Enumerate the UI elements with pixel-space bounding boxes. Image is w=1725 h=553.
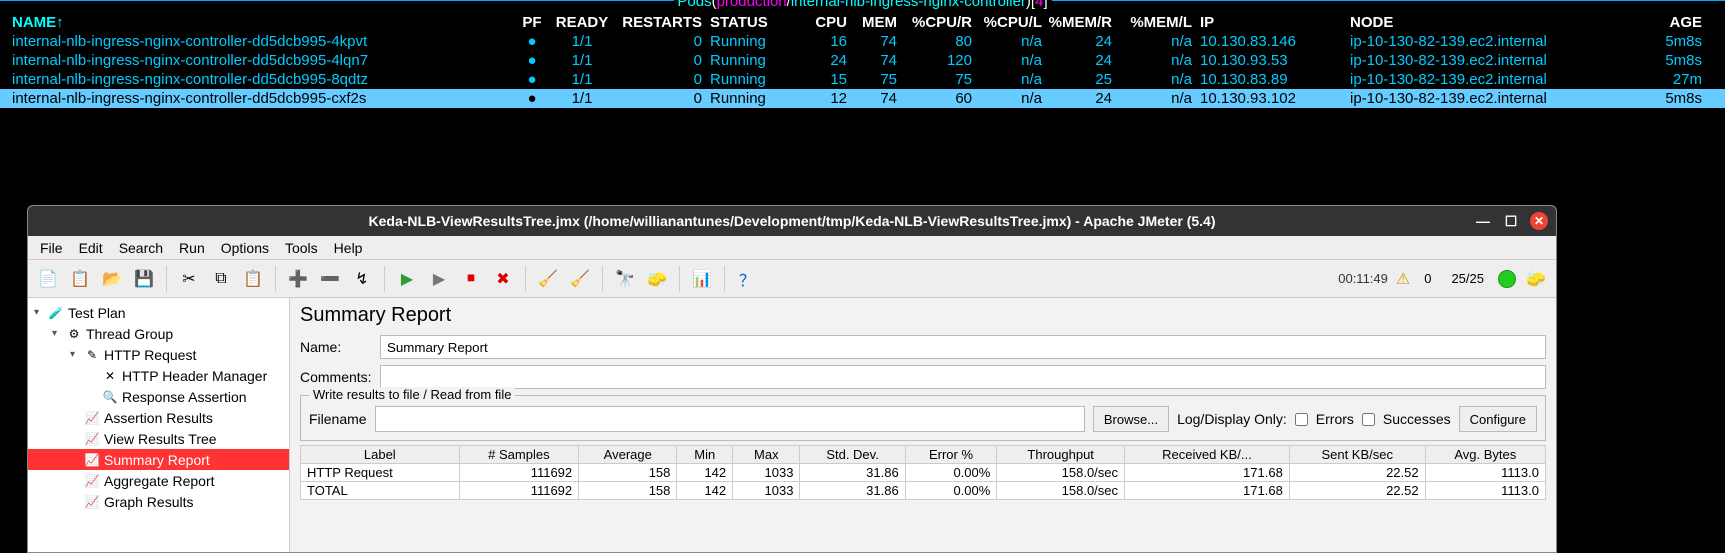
jmeter-titlebar[interactable]: Keda-NLB-ViewResultsTree.jmx (/home/will… [28,206,1556,236]
menu-help[interactable]: Help [328,238,369,257]
browse-button[interactable]: Browse... [1093,406,1169,432]
col-header[interactable]: Std. Dev. [800,446,905,464]
toggle-icon[interactable]: ↯ [350,267,374,291]
start-icon[interactable]: ▶ [395,267,419,291]
window-title: Keda-NLB-ViewResultsTree.jmx (/home/will… [369,213,1216,229]
pod-row[interactable]: internal-nlb-ingress-nginx-controller-dd… [0,32,1725,51]
add-icon[interactable]: ➕ [286,267,310,291]
successes-label: Successes [1383,411,1451,427]
col-header[interactable]: Received KB/... [1125,446,1290,464]
save-icon[interactable]: 💾 [132,267,156,291]
k9s-header-row: NAME↑ PF READY RESTARTS STATUS CPU MEM %… [0,13,1725,32]
col-header[interactable]: Avg. Bytes [1425,446,1545,464]
test-plan-tree[interactable]: ▾🧪Test Plan▾⚙Thread Group▾✎HTTP Request✕… [28,298,290,553]
tree-node[interactable]: 🔍Response Assertion [28,386,289,407]
comments-input[interactable] [380,365,1546,389]
summary-table[interactable]: Label# SamplesAverageMinMaxStd. Dev.Erro… [300,445,1546,500]
remove-icon[interactable]: ➖ [318,267,342,291]
help-icon[interactable]: ？ [735,267,759,291]
cut-icon[interactable]: ✂ [177,267,201,291]
pod-row[interactable]: internal-nlb-ingress-nginx-controller-dd… [0,51,1725,70]
tree-node[interactable]: ▾⚙Thread Group [28,323,289,344]
new-icon[interactable]: 📄 [36,267,60,291]
logdisplay-label: Log/Display Only: [1177,411,1287,427]
k9s-title: Pods(production/internal-nlb-ingress-ngi… [0,0,1725,13]
successes-checkbox[interactable] [1362,413,1375,426]
menu-file[interactable]: File [34,238,69,257]
tree-node[interactable]: ✕HTTP Header Manager [28,365,289,386]
reset-search-icon[interactable]: 🧽 [645,267,669,291]
tree-node[interactable]: 📈Summary Report [28,449,289,470]
shutdown-icon[interactable]: ✖ [491,267,515,291]
col-header[interactable]: Error % [905,446,997,464]
filename-input[interactable] [375,406,1085,432]
minimize-icon[interactable]: — [1474,212,1492,230]
open-icon[interactable]: 📂 [100,267,124,291]
table-row[interactable]: HTTP Request111692158142103331.860.00%15… [301,464,1546,482]
col-header[interactable]: Throughput [997,446,1125,464]
comments-label: Comments: [300,369,380,385]
thread-count: 25/25 [1451,271,1484,286]
col-header[interactable]: Label [301,446,460,464]
col-header[interactable]: Sent KB/sec [1289,446,1425,464]
menu-run[interactable]: Run [173,238,211,257]
copy-icon[interactable]: ⧉ [209,267,233,291]
pod-row[interactable]: internal-nlb-ingress-nginx-controller-dd… [0,70,1725,89]
close-icon[interactable]: ✕ [1530,212,1548,230]
menu-options[interactable]: Options [215,238,275,257]
col-header[interactable]: Max [733,446,800,464]
warn-count: 0 [1424,271,1431,286]
configure-button[interactable]: Configure [1459,406,1537,432]
run-led-icon [1498,270,1516,288]
clear-all-icon[interactable]: 🧹 [568,267,592,291]
menu-search[interactable]: Search [113,238,169,257]
panel-heading: Summary Report [300,304,1546,327]
start-noTimers-icon[interactable]: ▶ [427,267,451,291]
col-header[interactable]: # Samples [459,446,579,464]
paste-icon[interactable]: 📋 [241,267,265,291]
gc-icon[interactable]: 🧽 [1524,267,1548,291]
pod-row[interactable]: internal-nlb-ingress-nginx-controller-dd… [0,89,1725,108]
fieldset-legend: Write results to file / Read from file [309,387,515,402]
tree-node[interactable]: ▾🧪Test Plan [28,302,289,323]
maximize-icon[interactable]: ☐ [1502,212,1520,230]
summary-panel: Summary Report Name: Comments: Write res… [290,298,1556,553]
jmeter-toolbar: 📄 📋 📂 💾 ✂ ⧉ 📋 ➕ ➖ ↯ ▶ ▶ ⏹ ✖ 🧹 🧹 🔭 🧽 📊 ？ … [28,260,1556,298]
col-header[interactable]: Min [677,446,733,464]
file-fieldset: Write results to file / Read from file F… [300,395,1546,441]
elapsed-time: 00:11:49 [1338,271,1388,286]
name-input[interactable] [380,335,1546,359]
tree-node[interactable]: 📈View Results Tree [28,428,289,449]
warning-icon[interactable]: ⚠ [1396,269,1410,289]
templates-icon[interactable]: 📋 [68,267,92,291]
jmeter-window: Keda-NLB-ViewResultsTree.jmx (/home/will… [27,205,1557,553]
tree-node[interactable]: 📈Assertion Results [28,407,289,428]
menu-edit[interactable]: Edit [73,238,109,257]
table-row[interactable]: TOTAL111692158142103331.860.00%158.0/sec… [301,482,1546,500]
function-helper-icon[interactable]: 📊 [690,267,714,291]
k9s-pane: Pods(production/internal-nlb-ingress-ngi… [0,0,1725,108]
clear-icon[interactable]: 🧹 [536,267,560,291]
name-label: Name: [300,339,380,355]
tree-node[interactable]: 📈Aggregate Report [28,470,289,491]
menu-tools[interactable]: Tools [279,238,324,257]
errors-checkbox[interactable] [1295,413,1308,426]
tree-node[interactable]: 📈Graph Results [28,491,289,512]
jmeter-menubar: FileEditSearchRunOptionsToolsHelp [28,236,1556,260]
stop-icon[interactable]: ⏹ [459,267,483,291]
filename-label: Filename [309,411,367,427]
col-header[interactable]: Average [579,446,677,464]
search-icon[interactable]: 🔭 [613,267,637,291]
errors-label: Errors [1316,411,1354,427]
tree-node[interactable]: ▾✎HTTP Request [28,344,289,365]
